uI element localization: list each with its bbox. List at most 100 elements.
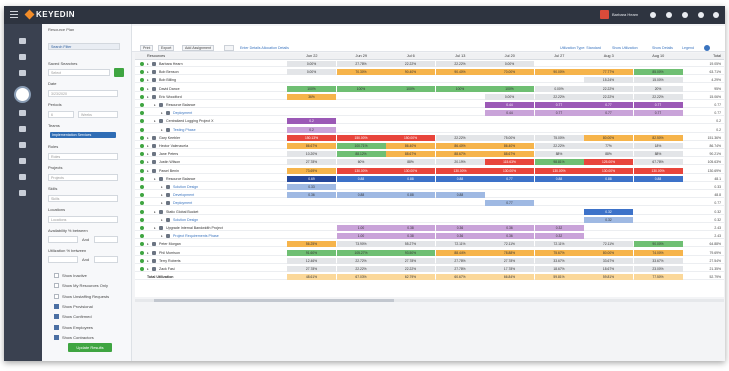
row-label[interactable]: Solution Design — [173, 218, 198, 222]
add-assignment-icon[interactable] — [140, 193, 144, 198]
allocation-cell[interactable]: 27.78% — [287, 266, 336, 272]
allocation-cell[interactable] — [386, 217, 435, 223]
allocation-cell[interactable]: 90.40% — [386, 69, 435, 76]
allocation-cell[interactable] — [337, 110, 386, 116]
allocation-cell[interactable]: 0.36 — [435, 233, 485, 240]
allocation-cell[interactable]: 22.22% — [386, 61, 435, 67]
allocation-cell[interactable] — [337, 77, 386, 83]
expand-chevron-icon[interactable]: ▸ — [161, 185, 163, 189]
allocation-cell[interactable]: 22.72% — [336, 257, 386, 264]
allocation-cell[interactable]: 27.78% — [386, 257, 435, 264]
allocation-cell[interactable]: 73.69% — [287, 167, 336, 174]
allocation-cell[interactable] — [386, 110, 435, 116]
option-checkbox-label[interactable]: Show Provisional — [62, 304, 93, 309]
edit-icon[interactable] — [224, 45, 234, 51]
allocation-cell[interactable] — [485, 192, 534, 198]
allocation-cell[interactable]: 75.67% — [534, 249, 584, 256]
allocation-cell[interactable] — [485, 209, 534, 215]
week-column-header[interactable]: Aug 10 — [634, 54, 684, 58]
expand-chevron-icon[interactable]: ▸ — [147, 259, 149, 263]
allocation-cell[interactable] — [634, 225, 683, 231]
resources-icon[interactable] — [14, 86, 31, 103]
expand-chevron-icon[interactable]: ▸ — [147, 251, 149, 255]
row-label[interactable]: Barbara Hearn — [159, 62, 183, 66]
allocation-cell[interactable]: 0.88 — [386, 175, 435, 182]
allocation-cell[interactable]: 0.88 — [336, 192, 386, 199]
allocation-cell[interactable]: 0.32 — [584, 208, 633, 215]
allocation-cell[interactable]: 80.00% — [584, 134, 633, 141]
row-label[interactable]: Justin Wilson — [159, 160, 180, 164]
expand-chevron-icon[interactable]: ▸ — [147, 87, 149, 91]
expand-chevron-icon[interactable]: ▸ — [147, 144, 149, 148]
allocation-cell[interactable] — [386, 118, 435, 124]
allocation-cell[interactable]: 22.22% — [584, 93, 633, 100]
allocation-cell[interactable]: 0.32 — [534, 233, 584, 240]
expand-chevron-icon[interactable]: ▸ — [147, 95, 149, 99]
allocation-cell[interactable]: 77.77% — [584, 69, 633, 76]
allocation-cell[interactable]: 100% — [386, 85, 435, 92]
allocation-cell[interactable]: 27.78% — [485, 257, 534, 264]
horizontal-scrollbar-thumb[interactable] — [154, 299, 394, 302]
allocation-cell[interactable]: 130.00% — [534, 167, 584, 174]
user-avatar[interactable] — [600, 10, 609, 19]
expand-chevron-icon[interactable]: ▸ — [154, 210, 156, 214]
allocation-cell[interactable]: 22.22% — [435, 134, 485, 141]
reports-icon[interactable] — [19, 142, 26, 148]
allocation-cell[interactable]: 115.63% — [485, 159, 534, 166]
allocation-cell[interactable]: 0.44 — [485, 102, 534, 108]
row-label[interactable]: Development — [173, 193, 194, 197]
allocation-cell[interactable]: 36% — [287, 93, 336, 100]
allocation-cell[interactable] — [485, 127, 534, 133]
allocation-cell[interactable] — [634, 209, 683, 215]
allocation-cell[interactable] — [287, 209, 336, 215]
total-column-header[interactable]: Total — [687, 54, 721, 58]
teams-tag[interactable]: Implementation Services — [50, 132, 116, 138]
allocation-cell[interactable] — [634, 200, 683, 206]
allocation-cell[interactable]: 88.44% — [435, 249, 485, 256]
expand-chevron-icon[interactable]: ▸ — [161, 218, 163, 222]
allocation-cell[interactable]: 27.78% — [336, 61, 386, 67]
add-assignment-icon[interactable] — [140, 176, 144, 181]
add-assignment-icon[interactable] — [140, 267, 144, 271]
allocation-cell[interactable]: 1.00 — [336, 225, 386, 231]
row-label[interactable]: Testing Phase — [173, 128, 196, 132]
row-label[interactable]: Static Global Bucket — [166, 210, 198, 214]
allocation-cell[interactable]: 22.22% — [336, 266, 386, 272]
add-assignment-icon[interactable] — [140, 111, 144, 116]
help-icon[interactable] — [682, 12, 688, 18]
allocation-cell[interactable] — [436, 184, 485, 190]
allocation-cell[interactable] — [337, 127, 386, 133]
week-column-header[interactable]: Jul 27 — [535, 54, 585, 58]
add-assignment-icon[interactable] — [140, 185, 144, 189]
allocation-cell[interactable]: 18.67% — [534, 266, 584, 272]
dashboard-icon[interactable] — [19, 158, 26, 164]
allocation-cell[interactable]: 130.00% — [485, 167, 534, 174]
allocation-cell[interactable] — [584, 192, 633, 198]
allocation-cell[interactable] — [634, 127, 683, 133]
row-label[interactable]: Eric Woodford — [159, 95, 182, 99]
allocation-cell[interactable] — [386, 94, 435, 100]
allocation-cell[interactable] — [634, 118, 683, 124]
expand-chevron-icon[interactable]: ▸ — [161, 193, 163, 197]
allocation-cell[interactable] — [436, 94, 485, 100]
projects-icon[interactable] — [19, 54, 26, 60]
allocation-cell[interactable]: 93.50% — [386, 249, 435, 256]
allocation-cell[interactable]: 0.88 — [534, 175, 584, 182]
allocation-cell[interactable] — [634, 217, 683, 223]
legend-toggle[interactable]: Legend — [682, 46, 694, 50]
allocation-cell[interactable]: 130.00% — [584, 167, 633, 174]
row-label[interactable]: David Dance — [159, 87, 180, 91]
allocation-cell[interactable] — [436, 77, 485, 83]
allocation-cell[interactable] — [535, 200, 584, 206]
allocation-cell[interactable] — [436, 217, 485, 223]
week-column-header[interactable]: Jul 6 — [386, 54, 436, 58]
allocation-cell[interactable]: 100% — [336, 85, 386, 92]
allocation-cell[interactable] — [287, 77, 336, 83]
expand-chevron-icon[interactable]: ▸ — [161, 201, 163, 205]
allocation-cell[interactable] — [436, 110, 485, 116]
allocation-cell[interactable]: 86.40% — [386, 143, 435, 149]
allocation-cell[interactable]: 73.90% — [336, 241, 386, 248]
allocation-cell[interactable]: 0.77 — [485, 175, 534, 182]
allocation-cell[interactable]: 0.00% — [485, 93, 534, 100]
allocation-cell[interactable] — [535, 217, 584, 223]
